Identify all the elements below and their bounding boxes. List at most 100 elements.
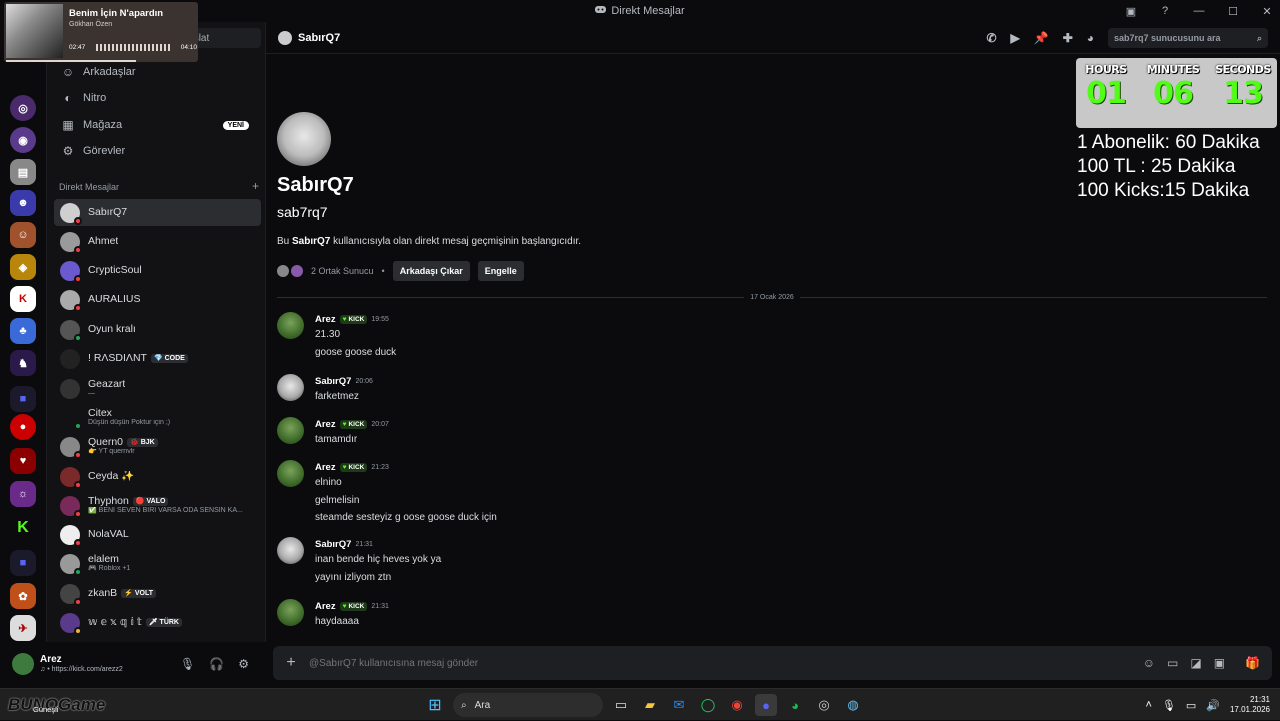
weather-widget[interactable]: Güneşli <box>33 705 58 714</box>
server-icon[interactable]: ✿ <box>10 583 36 609</box>
avatar[interactable] <box>277 599 304 626</box>
display-icon[interactable]: ▭ <box>1186 699 1196 712</box>
gift-icon[interactable]: 🎁 <box>1245 656 1260 670</box>
avatar <box>60 378 80 399</box>
steam-icon[interactable]: ◍ <box>842 694 864 716</box>
headphones-icon[interactable]: 🎧 <box>209 657 224 671</box>
dm-item[interactable]: Ahmet <box>54 228 261 255</box>
inbox-icon[interactable]: ▣ <box>1124 4 1138 18</box>
dm-item[interactable]: Oyun kralı <box>54 316 261 343</box>
add-friends-icon[interactable]: ✚ <box>1063 31 1073 45</box>
server-icon[interactable]: ♥ <box>10 448 36 474</box>
message-author[interactable]: SabırQ7 <box>315 539 351 550</box>
server-icon[interactable]: ● <box>10 414 36 440</box>
avatar <box>60 348 80 369</box>
avatar <box>278 30 292 45</box>
dm-item[interactable]: NolaVAL <box>54 521 261 548</box>
maximize-icon[interactable]: ☐ <box>1226 4 1240 18</box>
task-view-icon[interactable]: ▭ <box>610 694 632 716</box>
dm-item[interactable]: ! RΛSDIΛNT 💎 CODE <box>54 345 261 372</box>
server-icon[interactable]: K <box>10 286 36 312</box>
search-input[interactable]: sab7rq7 sunucusunu ara ⌕ <box>1108 28 1268 48</box>
message-author[interactable]: Arez <box>315 419 336 430</box>
avatar[interactable] <box>277 417 304 444</box>
avatar[interactable] <box>277 460 304 487</box>
server-icon[interactable]: ☻ <box>10 190 36 216</box>
message-author[interactable]: SabırQ7 <box>315 376 351 387</box>
image-icon[interactable]: ▣ <box>1214 656 1225 670</box>
pin-icon[interactable]: 📌 <box>1034 31 1049 45</box>
status-indicator <box>74 626 82 635</box>
whatsapp-icon[interactable]: ◯ <box>697 694 719 716</box>
avatar[interactable] <box>277 537 304 564</box>
message-author[interactable]: Arez <box>315 601 336 612</box>
dm-item[interactable]: 𝕨 𝕖 𝕩 𝕢 𝕚 𝕥 🗡 TÜRK <box>54 609 261 636</box>
server-icon[interactable]: ◉ <box>10 127 36 153</box>
server-icon[interactable]: ☼ <box>10 481 36 507</box>
seconds-label: SECONDS <box>1215 63 1271 76</box>
user-profile-icon[interactable]: ◕ <box>1087 31 1094 45</box>
obs-icon[interactable]: ◎ <box>813 694 835 716</box>
system-clock[interactable]: 21:31 17.01.2026 <box>1230 695 1270 716</box>
help-icon[interactable]: ? <box>1158 4 1172 18</box>
nav-shop[interactable]: ▦ Mağaza YENİ <box>55 113 259 137</box>
discord-icon[interactable]: ● <box>755 694 777 716</box>
server-icon[interactable]: ♣ <box>10 318 36 344</box>
outlook-icon[interactable]: ✉ <box>668 694 690 716</box>
gif-icon[interactable]: ▭ <box>1167 656 1178 670</box>
server-icon[interactable]: ♞ <box>10 350 36 376</box>
avatar[interactable] <box>277 374 304 401</box>
nav-nitro[interactable]: ◐ Nitro <box>55 86 259 110</box>
dm-item[interactable]: elalem 🎮 Roblox +1 <box>54 550 261 577</box>
dm-sidebar: Sohbet bul ya da başlat ☺ Arkadaşlar ◐ N… <box>46 22 266 642</box>
minimize-icon[interactable]: — <box>1192 4 1206 18</box>
dm-item[interactable]: zkanB ⚡ VOLT <box>54 580 261 607</box>
server-icon[interactable]: ◎ <box>10 95 36 121</box>
mutual-servers[interactable]: 2 Ortak Sunucu <box>311 266 374 276</box>
emoji-icon[interactable]: ☺ <box>1143 656 1155 670</box>
block-button[interactable]: Engelle <box>477 261 524 281</box>
microphone-icon[interactable]: 🎙 <box>1162 699 1176 712</box>
dm-item[interactable]: Geazart — <box>54 375 261 402</box>
windows-start-icon[interactable]: ⊞ <box>424 694 446 716</box>
video-call-icon[interactable]: ▶ <box>1011 31 1020 45</box>
dm-item[interactable]: Ceyda ✨ <box>54 463 261 490</box>
chevron-up-icon[interactable]: ˄ <box>1145 699 1151 711</box>
spotify-icon[interactable]: ◕ <box>784 694 806 716</box>
server-icon <box>291 265 303 277</box>
dm-item[interactable]: SabırQ7 <box>54 199 261 226</box>
microphone-icon[interactable]: 🎙 <box>180 657 195 671</box>
message-author[interactable]: Arez <box>315 462 336 473</box>
clan-tag: ⚡ VOLT <box>121 588 156 599</box>
add-dm-button[interactable]: + <box>252 179 259 193</box>
file-explorer-icon[interactable]: ▰ <box>639 694 661 716</box>
dm-name: SabırQ7 <box>88 206 128 218</box>
dm-item[interactable]: Citex Düşün düşün Poktur için ;) <box>54 404 261 431</box>
kick-server-icon[interactable]: K <box>10 515 36 541</box>
speaker-icon[interactable]: 🔊 <box>1206 699 1220 712</box>
avatar[interactable] <box>12 653 34 675</box>
chrome-icon[interactable]: ◉ <box>726 694 748 716</box>
message-author[interactable]: Arez <box>315 314 336 325</box>
server-icon[interactable]: ◈ <box>10 254 36 280</box>
dm-item[interactable]: AURALIUS <box>54 286 261 313</box>
server-icon[interactable]: ☺ <box>10 222 36 248</box>
attach-plus-icon[interactable]: + <box>273 654 309 672</box>
voice-call-icon[interactable]: ✆ <box>986 31 996 45</box>
dm-item[interactable]: Thyphon 🔴 VALO ✅ BENİ SEVEN BİRİ VARSA ODA… <box>54 492 261 519</box>
remove-friend-button[interactable]: Arkadaşı Çıkar <box>392 261 470 281</box>
taskbar-search[interactable]: ⌕ Ara <box>453 693 603 717</box>
nav-friends[interactable]: ☺ Arkadaşlar <box>55 60 259 84</box>
dm-item[interactable]: CrypticSoul <box>54 257 261 284</box>
server-icon[interactable]: ✈ <box>10 615 36 641</box>
avatar[interactable] <box>277 312 304 339</box>
message-input[interactable] <box>309 657 1143 669</box>
sticker-icon[interactable]: ◪ <box>1190 656 1201 670</box>
server-icon[interactable]: ▤ <box>10 159 36 185</box>
settings-gear-icon[interactable]: ⚙ <box>238 657 249 671</box>
close-icon[interactable]: ✕ <box>1260 4 1274 18</box>
nav-quests[interactable]: ⚙ Görevler <box>55 139 259 163</box>
folder-icon[interactable]: ■ <box>10 386 36 412</box>
dm-item[interactable]: Quern0 🐞 BJK 👉 YT quernvlr <box>54 433 261 460</box>
folder-icon[interactable]: ■ <box>10 550 36 576</box>
